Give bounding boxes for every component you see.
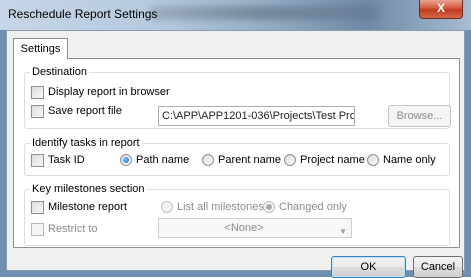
display-in-browser-row[interactable]: Display report in browser xyxy=(31,84,170,100)
ok-button[interactable]: OK xyxy=(331,256,406,278)
milestone-report-row[interactable]: Milestone report xyxy=(31,199,127,215)
restrict-to-selected-value: <None> xyxy=(224,222,264,234)
name-only-radio[interactable] xyxy=(367,154,379,166)
parent-name-option[interactable]: Parent name xyxy=(202,152,281,168)
parent-name-label: Parent name xyxy=(218,154,281,166)
save-report-file-label: Save report file xyxy=(48,105,122,117)
restrict-to-dropdown[interactable]: <None> ▼ xyxy=(158,218,352,238)
display-in-browser-checkbox[interactable] xyxy=(31,85,44,99)
restrict-to-checkbox[interactable] xyxy=(31,222,44,236)
title-bar[interactable]: Reschedule Report Settings X xyxy=(0,0,471,30)
display-in-browser-label: Display report in browser xyxy=(48,86,170,98)
tab-settings[interactable]: Settings xyxy=(13,38,68,59)
restrict-to-label: Restrict to xyxy=(48,223,98,235)
name-only-label: Name only xyxy=(383,154,436,166)
dialog-client-area: Settings Destination Display report in b… xyxy=(6,30,465,278)
list-all-milestones-label: List all milestones xyxy=(177,201,264,213)
task-id-label: Task ID xyxy=(48,154,85,166)
path-name-option[interactable]: Path name xyxy=(120,152,189,168)
window-title: Reschedule Report Settings xyxy=(8,7,158,21)
close-icon: X xyxy=(436,1,445,15)
list-all-milestones-radio[interactable] xyxy=(161,201,173,213)
blurred-background-title xyxy=(150,6,380,20)
ok-button-label: OK xyxy=(360,261,377,273)
tab-settings-label: Settings xyxy=(20,43,61,55)
report-file-path-field[interactable]: C:\APP\APP1201-036\Projects\Test Project… xyxy=(158,106,355,126)
project-name-label: Project name xyxy=(300,154,365,166)
changed-only-label: Changed only xyxy=(279,201,347,213)
path-name-label: Path name xyxy=(136,154,190,166)
task-id-checkbox[interactable] xyxy=(31,153,44,167)
name-only-option[interactable]: Name only xyxy=(367,152,436,168)
identify-tasks-group-title: Identify tasks in report xyxy=(30,137,142,149)
cancel-button[interactable]: Cancel xyxy=(413,256,463,278)
task-id-row[interactable]: Task ID xyxy=(31,152,85,168)
save-report-file-row[interactable]: Save report file xyxy=(31,103,122,119)
save-report-file-checkbox[interactable] xyxy=(31,104,44,118)
destination-group-title: Destination xyxy=(30,66,90,78)
parent-name-radio[interactable] xyxy=(202,154,214,166)
project-name-radio[interactable] xyxy=(284,154,296,166)
changed-only-option[interactable]: Changed only xyxy=(263,199,347,215)
key-milestones-group-title: Key milestones section xyxy=(30,183,147,195)
browse-button[interactable]: Browse... xyxy=(388,105,451,127)
list-all-milestones-option[interactable]: List all milestones xyxy=(161,199,264,215)
cancel-button-label: Cancel xyxy=(420,261,456,273)
close-button[interactable]: X xyxy=(419,0,463,19)
path-name-radio[interactable] xyxy=(120,154,132,166)
milestone-report-label: Milestone report xyxy=(48,201,127,213)
dialog-window: Reschedule Report Settings X Settings De… xyxy=(0,0,471,278)
restrict-to-row[interactable]: Restrict to xyxy=(31,221,98,237)
project-name-option[interactable]: Project name xyxy=(284,152,365,168)
changed-only-radio[interactable] xyxy=(263,201,275,213)
milestone-report-checkbox[interactable] xyxy=(31,200,44,214)
chevron-down-icon: ▼ xyxy=(339,227,347,236)
report-file-path-value: C:\APP\APP1201-036\Projects\Test Project… xyxy=(162,110,355,122)
browse-button-label: Browse... xyxy=(396,110,443,122)
